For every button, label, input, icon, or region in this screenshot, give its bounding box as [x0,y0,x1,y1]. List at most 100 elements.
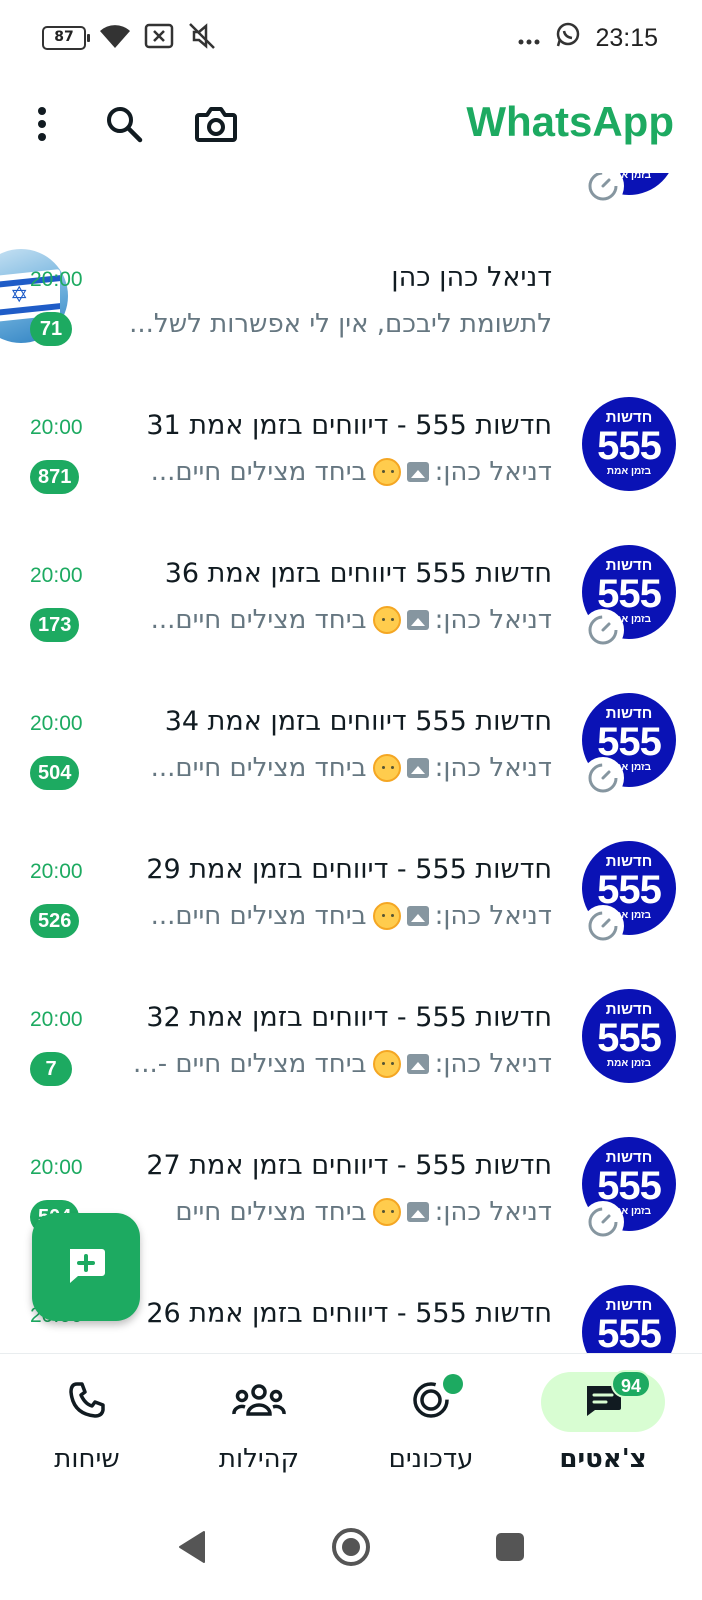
image-icon [406,1202,429,1222]
calls-icon [67,1380,107,1424]
chat-row[interactable]: חדשות 555 בזמן אמת חדשות 555 דיווחים בזמ… [0,660,702,808]
chat-name: חדשות 555 - דיווחים בזמן אמת 32 [146,1002,552,1033]
chat-preview: דניאל כהן: ביחד מצילים חיים... [151,901,552,931]
app-title: WhatsApp [466,98,674,145]
tab-chats-label: צ'אטים [559,1444,647,1474]
baby-emoji-icon [372,458,401,486]
app-bar: WhatsApp [0,78,702,173]
disappearing-timer-icon [582,757,624,799]
unread-count-badge: 871 [30,460,80,494]
tab-communities-label: קהילות [218,1444,300,1474]
image-icon [406,462,429,482]
sender-name: דניאל כהן: [434,457,552,487]
new-chat-icon [64,1245,108,1289]
no-sim-icon [144,23,174,53]
unread-count-badge: 7 [30,1052,72,1086]
baby-emoji-icon [372,1198,401,1226]
chat-preview: דניאל כהן: ביחד מצילים חיים... [151,457,552,487]
status-icons-left: 87 [42,22,218,54]
chat-time: 20:00 [30,564,83,587]
baby-emoji-icon [372,754,401,782]
baby-emoji-icon [372,902,401,930]
chat-time: 20:00 [30,1156,83,1179]
preview-text: ביחד מצילים חיים [175,1197,367,1227]
chat-time: 20:00 [30,1008,83,1031]
chat-preview: דניאל כהן: ביחד מצילים חיים [175,1197,552,1227]
chat-preview: דניאל כהן: ביחד מצילים חיים... [151,753,552,783]
search-icon[interactable] [100,100,148,148]
more-vert-icon[interactable] [18,100,66,148]
chat-time: 20:00 [30,268,83,291]
chat-name: חדשות 555 - דיווחים בזמן אמת 26 [146,1298,552,1329]
battery-icon: 87 [42,26,90,50]
chat-preview: לתשומת ליבכם, אין לי אפשרות לשל... [129,309,552,339]
unread-count-badge: 71 [30,312,72,346]
preview-text: ביחד מצילים חיים... [150,605,367,635]
chat-name: דניאל כהן כהן [391,262,552,293]
tab-communities-indicator [197,1372,321,1432]
star-of-david-icon: ✡ [10,283,29,308]
recents-icon[interactable] [488,1525,532,1569]
baby-emoji-icon [372,1050,401,1078]
status-bar: 87 23:15 [0,0,702,78]
unread-count-badge: 526 [30,904,80,938]
sender-name: דניאל כהן: [434,1197,552,1227]
tab-chats-indicator: 94 [541,1370,665,1432]
disappearing-timer-icon [582,905,624,947]
tab-calls-indicator [25,1372,149,1432]
preview-text: ביחד מצילים חיים... [150,901,367,931]
chat-row-partial[interactable]: חדשות 555 בזמן אמת [0,173,702,216]
chat-row[interactable]: חדשות 555 בזמן אמת חדשות 555 - דיווחים ב… [0,364,702,512]
bottom-navigation: 94 צ'אטים עדכונים קהילות שיחות [0,1353,702,1493]
tab-updates-indicator [369,1372,493,1432]
sender-name: דניאל כהן: [434,753,552,783]
whatsapp-notification-icon [555,22,581,54]
more-dots-icon [517,24,541,52]
sender-name: דניאל כהן: [434,901,552,931]
chat-name: חדשות 555 - דיווחים בזמן אמת 31 [146,410,552,441]
camera-icon[interactable] [192,100,240,148]
chat-name: חדשות 555 דיווחים בזמן אמת 36 [164,558,552,589]
new-chat-button[interactable] [32,1213,140,1321]
wifi-icon [98,22,132,54]
image-icon [406,610,429,630]
preview-text: ביחד מצילים חיים... [150,753,367,783]
updates-dot-indicator [443,1374,463,1394]
disappearing-timer-icon [582,173,624,207]
chat-time: 20:00 [30,416,83,439]
chats-unread-badge: 94 [611,1370,651,1398]
battery-level: 87 [54,29,74,45]
disappearing-timer-icon [582,1201,624,1243]
preview-text: ביחד מצילים חיים -... [132,1049,367,1079]
tab-calls-label: שיחות [54,1444,120,1474]
preview-text: ביחד מצילים חיים... [150,457,367,487]
tab-updates[interactable]: עדכונים [356,1372,506,1492]
sender-name: דניאל כהן: [434,605,552,635]
status-icons-right: 23:15 [517,22,658,54]
chat-list[interactable]: חדשות 555 בזמן אמת ✡ דניאל כהן כהן 20:00… [0,173,702,1353]
home-icon[interactable] [329,1525,373,1569]
chat-name: חדשות 555 - דיווחים בזמן אמת 27 [146,1150,552,1181]
chat-row[interactable]: חדשות 555 בזמן אמת חדשות 555 - דיווחים ב… [0,808,702,956]
chat-row[interactable]: חדשות 555 בזמן אמת חדשות 555 דיווחים בזמ… [0,512,702,660]
communities-icon [232,1382,286,1422]
status-time: 23:15 [595,23,658,52]
image-icon [406,906,429,926]
sender-name: דניאל כהן: [434,1049,552,1079]
unread-count-badge: 173 [30,608,80,642]
tab-communities[interactable]: קהילות [184,1372,334,1492]
disappearing-timer-icon [582,609,624,651]
chat-avatar: חדשות 555 בזמן אמת [582,989,676,1083]
chat-avatar: חדשות 555 בזמן אמת [582,1285,676,1353]
chat-preview: דניאל כהן: ביחד מצילים חיים -... [133,1049,552,1079]
image-icon [406,1054,429,1074]
tab-chats[interactable]: 94 צ'אטים [528,1370,678,1492]
chat-row[interactable]: חדשות 555 בזמן אמת חדשות 555 - דיווחים ב… [0,956,702,1104]
tab-calls[interactable]: שיחות [12,1372,162,1492]
chat-preview: דניאל כהן: ביחד מצילים חיים... [151,605,552,635]
chat-row[interactable]: ✡ דניאל כהן כהן 20:00 לתשומת ליבכם, אין … [0,216,702,364]
tab-updates-label: עדכונים [388,1444,474,1474]
back-icon[interactable] [170,1525,214,1569]
chat-avatar: חדשות 555 בזמן אמת [582,397,676,491]
chat-time: 20:00 [30,860,83,883]
